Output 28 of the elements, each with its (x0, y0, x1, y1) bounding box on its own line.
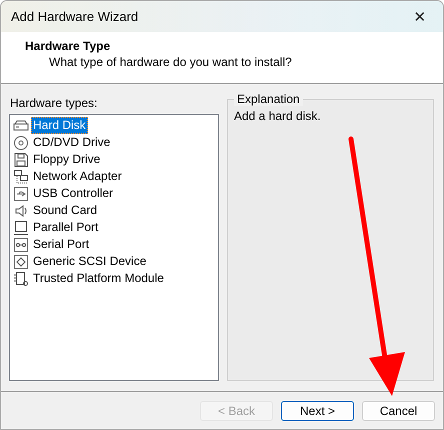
speaker-icon (13, 202, 29, 218)
chip-icon (13, 270, 29, 286)
list-item[interactable]: Serial Port (13, 236, 215, 253)
list-item[interactable]: Trusted Platform Module (13, 270, 215, 287)
list-item[interactable]: Generic SCSI Device (13, 253, 215, 270)
list-item[interactable]: USB Controller (13, 185, 215, 202)
close-button[interactable]: ✕ (397, 1, 443, 32)
laptop-icon (13, 220, 29, 236)
wizard-button[interactable]: Cancel (362, 400, 435, 420)
list-item[interactable]: CD/DVD Drive (13, 134, 215, 151)
panel-title: Explanation (234, 92, 303, 106)
list-label: Hardware types: (9, 96, 98, 110)
list-item[interactable]: Floppy Drive (13, 151, 215, 168)
disc-icon (13, 134, 29, 150)
port-icon (13, 236, 29, 252)
explanation-text: Add a hard disk. (234, 109, 321, 123)
diamond-icon (13, 254, 29, 270)
list-item[interactable]: Hard Disk (13, 117, 215, 134)
page-title: Hardware Type (25, 39, 112, 53)
network-icon (13, 168, 29, 184)
list-item[interactable]: Parallel Port (13, 219, 215, 236)
list-item[interactable]: Network Adapter (13, 168, 215, 185)
list-item[interactable]: Sound Card (13, 202, 215, 219)
page-subtitle: What type of hardware do you want to install? (49, 55, 293, 69)
usb-icon (13, 186, 29, 202)
window-title: Add Hardware Wizard (11, 9, 138, 24)
wizard-button[interactable]: Next > (281, 400, 354, 420)
hard-disk-icon (13, 118, 29, 134)
